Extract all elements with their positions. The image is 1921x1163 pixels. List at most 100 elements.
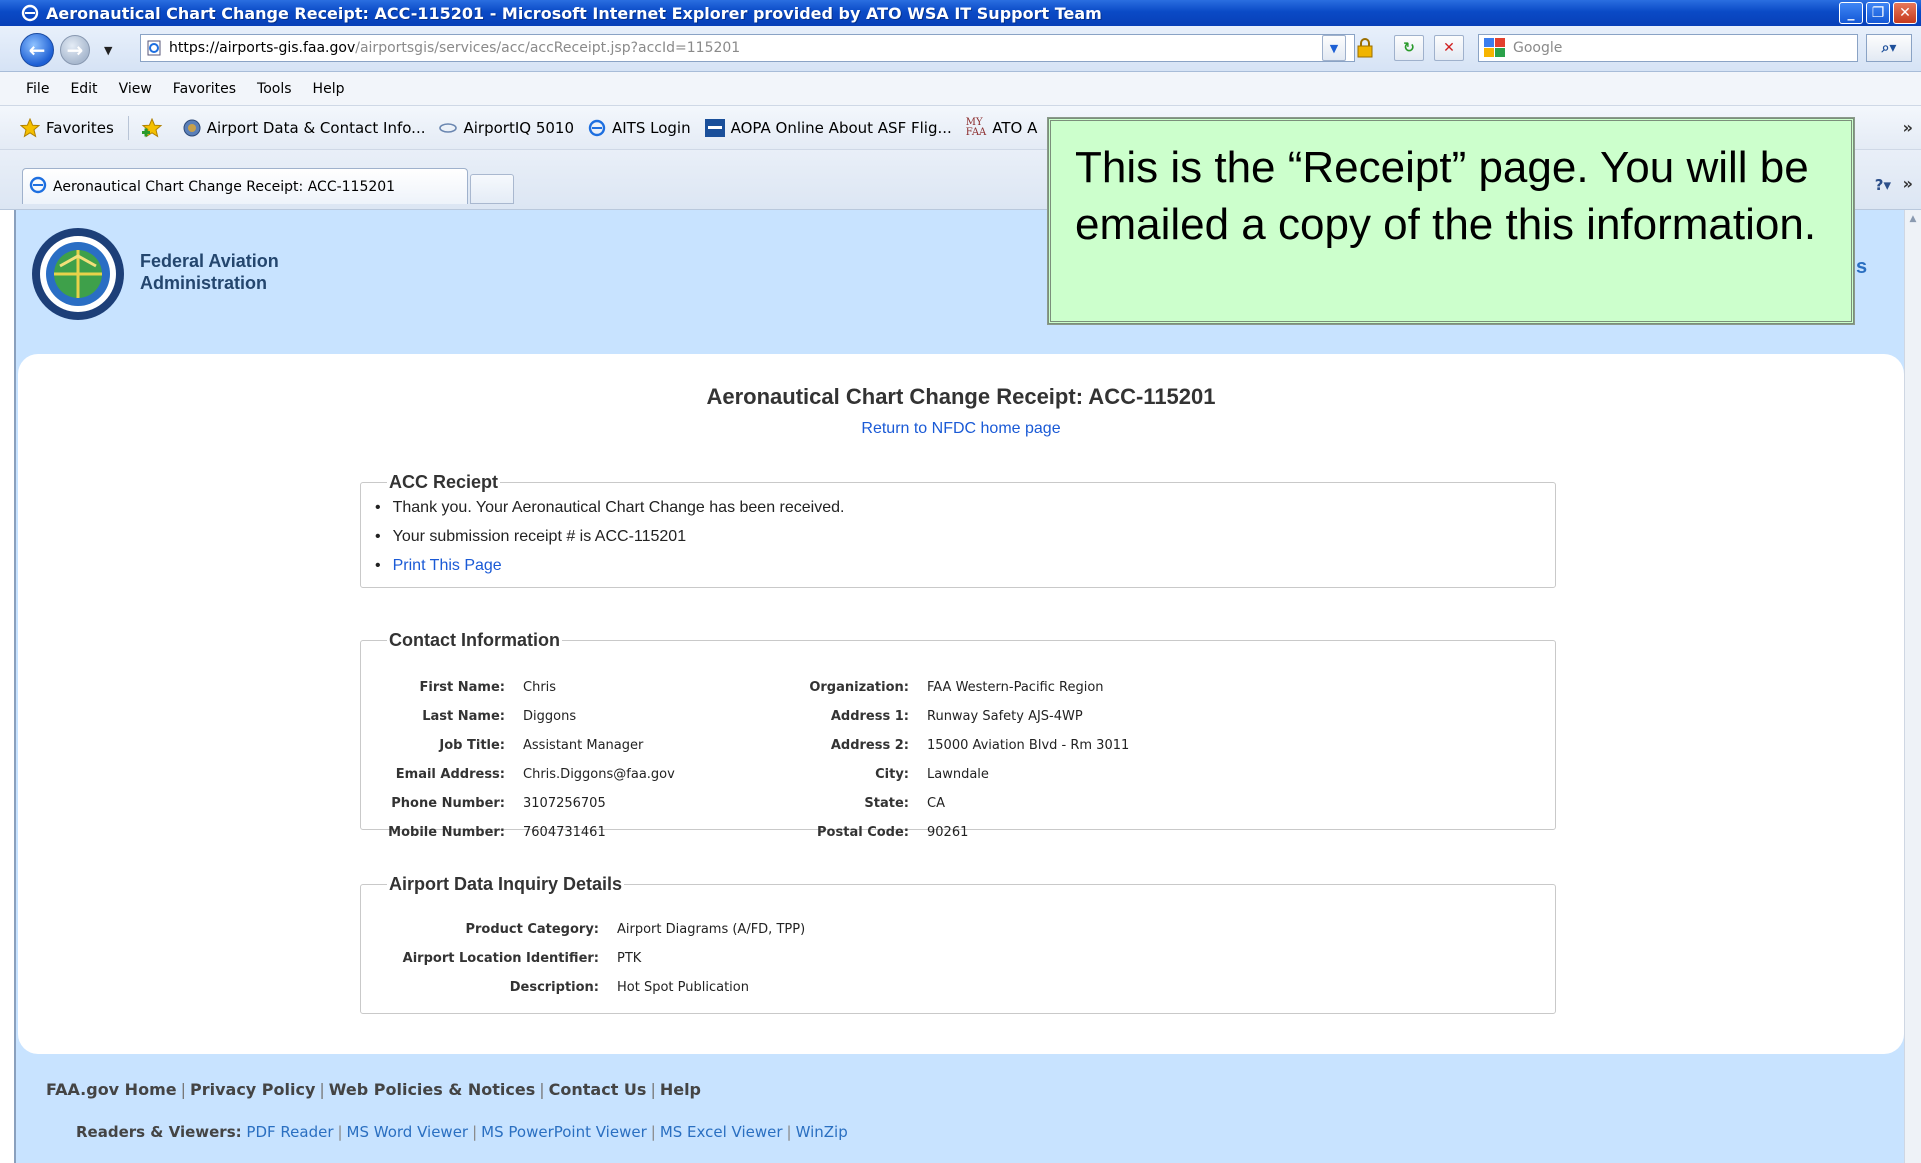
search-icon: ⌕▾: [1881, 40, 1897, 56]
faa-seal-icon: [32, 228, 124, 320]
field-value: CA: [927, 796, 945, 811]
footer-link-faa-home[interactable]: FAA.gov Home: [46, 1080, 177, 1099]
favorite-label: AITS Login: [612, 118, 691, 137]
section-legend: ACC Reciept: [389, 472, 499, 492]
globe-icon: [183, 119, 201, 137]
scroll-up-icon[interactable]: ▲: [1905, 210, 1921, 227]
field-label: Airport Location Identifier:: [402, 951, 599, 966]
callout-text: This is the “Receipt” page. You will be …: [1075, 143, 1817, 249]
contact-right-column: Organization: FAA Western-Pacific Region …: [769, 673, 1129, 847]
nfdc-home-link[interactable]: Return to NFDC home page: [18, 420, 1904, 438]
field-label: City:: [875, 767, 909, 782]
agency-name: Federal Aviation Administration: [140, 250, 279, 294]
footer-link-contact-us[interactable]: Contact Us: [549, 1080, 647, 1099]
print-page-link[interactable]: Print This Page: [393, 557, 502, 575]
back-button[interactable]: ←: [20, 33, 54, 67]
window-titlebar: Aeronautical Chart Change Receipt: ACC-1…: [0, 0, 1921, 26]
favorite-link-airportiq[interactable]: AirportIQ 5010: [439, 119, 574, 137]
search-input[interactable]: Google: [1478, 34, 1858, 62]
favorite-link-aopa[interactable]: AOPA Online About ASF Flig...: [704, 118, 952, 137]
field-label: Organization:: [809, 680, 909, 695]
field-label: Phone Number:: [391, 796, 505, 811]
favorites-button[interactable]: Favorites: [20, 117, 114, 138]
field-label: Postal Code:: [817, 825, 909, 840]
history-dropdown-icon[interactable]: ▼: [104, 44, 112, 57]
divider: [127, 115, 129, 140]
contact-information-section: Contact Information First Name: Chris Las…: [360, 630, 1556, 840]
new-tab-button[interactable]: [470, 174, 514, 204]
url-domain: https://airports-gis.faa.gov: [169, 40, 356, 56]
forward-button[interactable]: →: [60, 35, 90, 65]
chevron-right-icon[interactable]: »: [1903, 118, 1913, 137]
field-value: Chris: [523, 680, 557, 695]
list-item: Thank you. Your Aeronautical Chart Chang…: [375, 493, 1541, 522]
menu-bar: File Edit View Favorites Tools Help: [0, 72, 1921, 106]
menu-file[interactable]: File: [26, 81, 49, 97]
footer-link-web-policies[interactable]: Web Policies & Notices: [329, 1080, 535, 1099]
field-value: 90261: [927, 825, 969, 840]
list-item: Print This Page: [375, 551, 1541, 580]
close-window-button[interactable]: ✕: [1893, 2, 1917, 24]
field-label: Address 2:: [830, 738, 909, 753]
add-favorite-button[interactable]: [141, 117, 169, 138]
field-value: Airport Diagrams (A/FD, TPP): [617, 922, 806, 937]
url-path: /airportsgis/services/acc/accReceipt.jsp…: [355, 40, 741, 56]
address-toolbar: ← → ▼ https://airports-gis.faa.gov/airpo…: [0, 26, 1921, 72]
address-input[interactable]: https://airports-gis.faa.gov/airportsgis…: [140, 34, 1355, 62]
viewer-link-excel[interactable]: MS Excel Viewer: [660, 1123, 783, 1141]
divider: |: [539, 1080, 545, 1099]
window-title: Aeronautical Chart Change Receipt: ACC-1…: [46, 3, 1102, 23]
lock-icon[interactable]: [1350, 35, 1380, 61]
menu-view[interactable]: View: [119, 81, 152, 97]
viewer-link-winzip[interactable]: WinZip: [796, 1123, 848, 1141]
viewer-link-word[interactable]: MS Word Viewer: [347, 1123, 469, 1141]
field-label: Email Address:: [395, 767, 505, 782]
field-row: Email Address: Chris.Diggons@faa.gov: [361, 760, 675, 789]
field-label: Address 1:: [830, 709, 909, 724]
field-row: Job Title: Assistant Manager: [361, 731, 675, 760]
field-value: Chris.Diggons@faa.gov: [523, 767, 675, 782]
footer-links: FAA.gov Home | Privacy Policy | Web Policies…: [46, 1080, 701, 1099]
menu-help[interactable]: Help: [313, 81, 345, 97]
menu-favorites[interactable]: Favorites: [173, 81, 236, 97]
page-title: Aeronautical Chart Change Receipt: ACC-1…: [706, 384, 1216, 409]
footer-link-help[interactable]: Help: [660, 1080, 701, 1099]
airport-data-inquiry-section: Airport Data Inquiry Details Product Cat…: [360, 874, 1556, 1014]
field-row: Last Name: Diggons: [361, 702, 675, 731]
favorite-link-aits-login[interactable]: AITS Login: [588, 119, 691, 137]
field-row: Phone Number: 3107256705: [361, 789, 675, 818]
field-row: Airport Location Identifier: PTK: [361, 944, 805, 973]
refresh-button[interactable]: ↻: [1394, 35, 1424, 61]
field-row: City: Lawndale: [769, 760, 1129, 789]
viewers-label: Readers & Viewers:: [76, 1123, 242, 1141]
search-button[interactable]: ⌕▾: [1866, 34, 1912, 62]
refresh-icon: ↻: [1403, 40, 1415, 56]
vertical-scrollbar[interactable]: ▲: [1904, 210, 1921, 1163]
inquiry-details: Product Category: Airport Diagrams (A/FD,…: [361, 915, 805, 1002]
internet-explorer-icon: [588, 119, 606, 137]
help-dropdown-icon[interactable]: ?▾: [1875, 176, 1891, 194]
section-legend: Contact Information: [389, 630, 560, 650]
menu-edit[interactable]: Edit: [70, 81, 97, 97]
field-label: First Name:: [419, 680, 505, 695]
menu-tools[interactable]: Tools: [257, 81, 292, 97]
viewer-link-pdf[interactable]: PDF Reader: [246, 1123, 333, 1141]
favorite-link-ato[interactable]: MY FAA ATO A: [966, 117, 1038, 138]
agency-name-line2: Administration: [140, 273, 268, 293]
field-label: Mobile Number:: [388, 825, 505, 840]
viewer-link-powerpoint[interactable]: MS PowerPoint Viewer: [481, 1123, 647, 1141]
field-value: 7604731461: [523, 825, 606, 840]
field-value: 3107256705: [523, 796, 606, 811]
favorite-link-airport-data[interactable]: Airport Data & Contact Info...: [183, 119, 425, 137]
footer-link-privacy[interactable]: Privacy Policy: [190, 1080, 315, 1099]
address-dropdown-button[interactable]: ▼: [1322, 35, 1346, 61]
chevron-right-icon[interactable]: »: [1903, 174, 1913, 193]
field-row: Address 2: 15000 Aviation Blvd - Rm 3011: [769, 731, 1129, 760]
restore-button[interactable]: ❐: [1866, 2, 1890, 24]
field-row: Organization: FAA Western-Pacific Region: [769, 673, 1129, 702]
field-value: Runway Safety AJS-4WP: [927, 709, 1083, 724]
minimize-button[interactable]: _: [1839, 2, 1863, 24]
field-value: Diggons: [523, 709, 577, 724]
tab-receipt[interactable]: Aeronautical Chart Change Receipt: ACC-1…: [22, 168, 468, 204]
stop-button[interactable]: ✕: [1434, 35, 1464, 61]
